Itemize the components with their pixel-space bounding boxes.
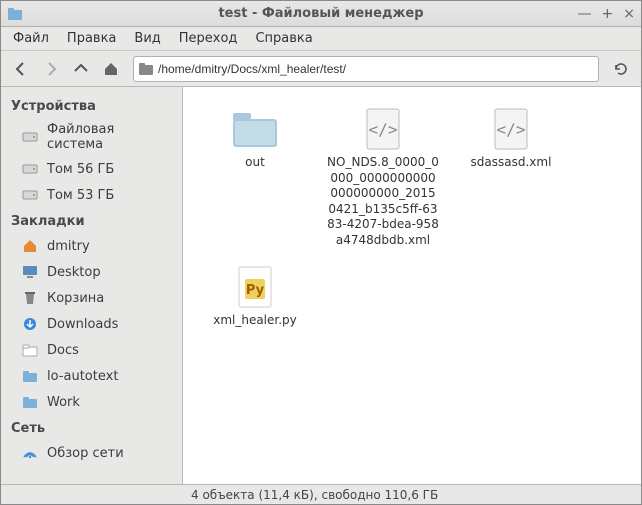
desktop-icon [21,263,39,281]
sidebar-bookmarks-header: Закладки [1,208,182,233]
app-icon [7,6,23,22]
menu-view[interactable]: Вид [126,28,168,49]
file-item-3[interactable]: Py xml_healer.py [195,261,315,333]
toolbar [1,51,641,87]
sidebar-bookmark-3[interactable]: Downloads [1,311,182,337]
folder-icon [138,61,154,77]
python-icon: Py [229,265,281,309]
sidebar-item-label: Downloads [47,317,118,332]
sidebar-device-1[interactable]: Том 56 ГБ [1,156,182,182]
file-label: out [245,155,265,171]
svg-text:</>: </> [497,120,526,139]
svg-text:</>: </> [369,120,398,139]
reload-icon [613,61,629,77]
window-controls: — + × [578,7,635,21]
content-area: Устройства Файловая система Том 56 ГБ Том … [1,87,641,484]
sidebar-bookmark-4[interactable]: Docs [1,337,182,363]
sidebar-item-label: Work [47,395,80,410]
folder-icon [21,393,39,411]
sidebar-item-label: Том 56 ГБ [47,162,114,177]
xml-icon: </> [485,107,537,151]
folder-icon [229,107,281,151]
minimize-button[interactable]: — [578,7,592,21]
drive-icon [21,128,39,146]
back-button[interactable] [7,55,35,83]
forward-button[interactable] [37,55,65,83]
file-view[interactable]: out </> NO_NDS.8_0000_0000_000000000000000… [183,87,641,484]
network-icon [21,444,39,462]
file-item-2[interactable]: </> sdassasd.xml [451,103,571,253]
xml-icon: </> [357,107,409,151]
path-bar [133,56,599,82]
downloads-icon [21,315,39,333]
sidebar-network-0[interactable]: Обзор сети [1,440,182,466]
menu-go[interactable]: Переход [171,28,246,49]
arrow-right-icon [43,61,59,77]
statusbar: 4 объекта (11,4 кБ), свободно 110,6 ГБ [1,484,641,504]
file-item-0[interactable]: out [195,103,315,253]
home-icon [103,61,119,77]
file-label: xml_healer.py [213,313,297,329]
close-button[interactable]: × [623,7,635,21]
file-label: sdassasd.xml [471,155,552,171]
svg-text:Py: Py [246,283,265,298]
sidebar-item-label: Корзина [47,291,104,306]
sidebar-item-label: Обзор сети [47,446,124,461]
menubar: Файл Правка Вид Переход Справка [1,27,641,51]
file-label: NO_NDS.8_0000_0000_0000000000000000000_2… [327,155,439,249]
sidebar-device-0[interactable]: Файловая система [1,118,182,156]
window-title: test - Файловый менеджер [218,6,423,21]
arrow-left-icon [13,61,29,77]
drive-icon [21,160,39,178]
sidebar-item-label: Том 53 ГБ [47,188,114,203]
sidebar-bookmark-0[interactable]: dmitry [1,233,182,259]
menu-edit[interactable]: Правка [59,28,124,49]
path-input[interactable] [158,62,594,76]
sidebar-device-2[interactable]: Том 53 ГБ [1,182,182,208]
sidebar-bookmark-5[interactable]: lo-autotext [1,363,182,389]
trash-icon [21,289,39,307]
sidebar-item-label: Файловая система [47,122,172,152]
folder-icon [21,367,39,385]
reload-button[interactable] [607,55,635,83]
menu-help[interactable]: Справка [247,28,320,49]
sidebar-devices-header: Устройства [1,93,182,118]
sidebar-item-label: Desktop [47,265,101,280]
sidebar-network-header: Сеть [1,415,182,440]
sidebar-item-label: lo-autotext [47,369,118,384]
file-item-1[interactable]: </> NO_NDS.8_0000_0000_000000000000000000… [323,103,443,253]
maximize-button[interactable]: + [602,7,614,21]
home-button[interactable] [97,55,125,83]
drive-icon [21,186,39,204]
sidebar-item-label: dmitry [47,239,90,254]
file-manager-window: test - Файловый менеджер — + × Файл Прав… [0,0,642,505]
titlebar: test - Файловый менеджер — + × [1,1,641,27]
sidebar-item-label: Docs [47,343,79,358]
sidebar-bookmark-2[interactable]: Корзина [1,285,182,311]
up-button[interactable] [67,55,95,83]
sidebar: Устройства Файловая система Том 56 ГБ Том … [1,87,183,484]
sidebar-bookmark-1[interactable]: Desktop [1,259,182,285]
sidebar-bookmark-6[interactable]: Work [1,389,182,415]
folder-simple-icon [21,341,39,359]
arrow-up-icon [73,61,89,77]
home-icon [21,237,39,255]
menu-file[interactable]: Файл [5,28,57,49]
statusbar-text: 4 объекта (11,4 кБ), свободно 110,6 ГБ [191,488,438,502]
